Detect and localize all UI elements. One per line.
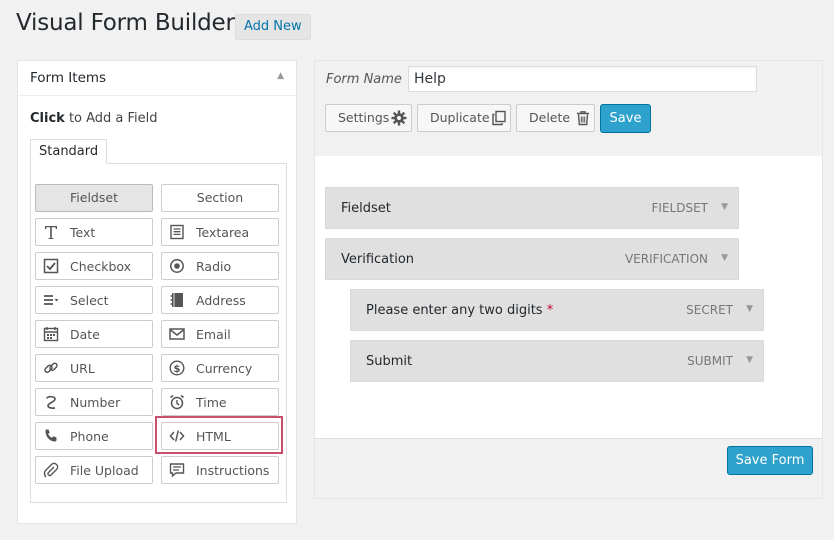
add-number-button[interactable]: Number [35,388,153,416]
form-items-title: Form Items [30,70,107,86]
text-icon [45,226,57,239]
duplicate-icon [492,110,506,126]
number-icon [46,395,56,409]
add-currency-button[interactable]: $ Currency [161,354,279,382]
add-checkbox-button[interactable]: Checkbox [35,252,153,280]
calendar-icon [43,327,59,342]
settings-button[interactable]: Settings [325,104,412,132]
add-email-button[interactable]: Email [161,320,279,348]
field-item-fieldset[interactable]: Fieldset FIELDSET ▼ [325,187,739,229]
form-fields-area: Fieldset FIELDSET ▼ Verification VERIFIC… [315,156,822,438]
expand-arrow-icon[interactable]: ▼ [746,355,753,365]
svg-text:$: $ [174,364,181,375]
field-item-verification[interactable]: Verification VERIFICATION ▼ [325,238,739,280]
collapse-toggle-icon[interactable]: ▲ [277,71,284,81]
dollar-icon: $ [169,360,185,376]
add-section-button[interactable]: Section [161,184,279,212]
page-title: Visual Form Builder [16,10,235,36]
tab-standard[interactable]: Standard [30,139,108,164]
radio-icon [170,259,184,273]
phone-icon [45,429,57,442]
add-phone-button[interactable]: Phone [35,422,153,450]
select-icon [44,295,59,305]
save-form-button[interactable]: Save Form [727,446,813,475]
field-item-submit[interactable]: Submit SUBMIT ▼ [350,340,764,382]
add-textarea-button[interactable]: Textarea [161,218,279,246]
form-name-label: Form Name [326,72,402,87]
add-date-button[interactable]: Date [35,320,153,348]
add-new-button[interactable]: Add New [235,14,311,40]
add-field-hint: Click to Add a Field [30,111,158,126]
save-button[interactable]: Save [600,104,651,133]
add-file-upload-button[interactable]: File Upload [35,456,153,484]
textarea-icon [170,224,184,240]
expand-arrow-icon[interactable]: ▼ [721,253,728,263]
expand-arrow-icon[interactable]: ▼ [721,202,728,212]
link-icon [44,362,58,373]
form-items-header: Form Items ▲ [18,61,296,96]
checkbox-icon [43,258,59,274]
duplicate-button[interactable]: Duplicate [417,104,511,132]
form-editor-panel: Form Name Settings Duplicate Delete Save… [314,60,823,499]
html-button-highlight [155,416,283,454]
form-toolbar: Form Name Settings Duplicate Delete Save [315,61,822,156]
form-name-input[interactable] [408,66,757,92]
add-address-button[interactable]: Address [161,286,279,314]
speech-bubble-icon [169,463,185,478]
required-marker: * [546,303,554,318]
add-url-button[interactable]: URL [35,354,153,382]
add-instructions-button[interactable]: Instructions [161,456,279,484]
delete-button[interactable]: Delete [516,104,595,132]
form-footer: Save Form [315,438,822,498]
envelope-icon [169,328,185,340]
address-icon [170,293,183,307]
add-text-button[interactable]: Text [35,218,153,246]
paperclip-icon [43,462,59,478]
form-items-panel: Form Items ▲ Click to Add a Field Standa… [17,60,297,524]
expand-arrow-icon[interactable]: ▼ [746,304,753,314]
add-time-button[interactable]: Time [161,388,279,416]
gear-icon [391,110,407,126]
trash-icon [577,111,589,126]
field-item-secret[interactable]: Please enter any two digits * SECRET ▼ [350,289,764,331]
add-select-button[interactable]: Select [35,286,153,314]
clock-icon [170,394,184,410]
add-radio-button[interactable]: Radio [161,252,279,280]
add-fieldset-button[interactable]: Fieldset [35,184,153,212]
